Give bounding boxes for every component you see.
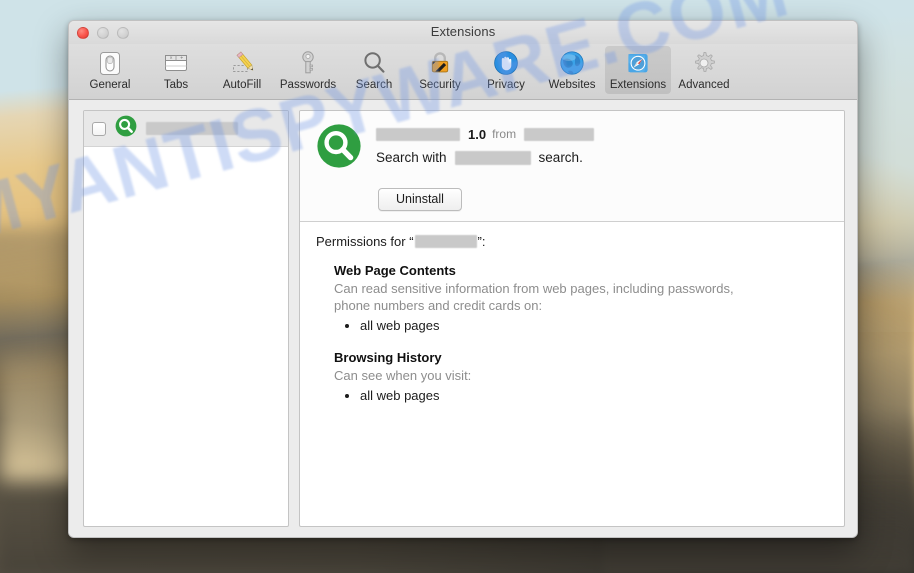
green-magnifier-extension-icon: [316, 123, 362, 174]
toolbar-item-security[interactable]: Security: [407, 46, 473, 94]
extension-header-text: 1.0 from Search with search.: [376, 123, 830, 174]
description-prefix: Search with: [376, 150, 447, 165]
list-item: all web pages: [360, 387, 828, 406]
permission-scope-list: all web pages: [334, 387, 828, 406]
permission-heading: Web Page Contents: [334, 263, 456, 278]
description-suffix: search.: [538, 150, 583, 165]
permission-group-browsing-history: Browsing History Can see when you visit:…: [334, 350, 828, 406]
preferences-window: Extensions General × + Tabs AutoFill Pas…: [68, 20, 858, 538]
toolbar-item-extensions[interactable]: Extensions: [605, 46, 671, 94]
magnifier-icon: [341, 48, 407, 78]
permission-scope-list: all web pages: [334, 317, 828, 336]
extensions-list[interactable]: [83, 110, 289, 527]
uninstall-button[interactable]: Uninstall: [378, 188, 462, 211]
toolbar-label-search: Search: [355, 79, 393, 91]
toolbar-label-extensions: Extensions: [609, 79, 667, 91]
window-titlebar[interactable]: Extensions: [69, 21, 857, 44]
extension-title-line: 1.0 from: [376, 125, 830, 143]
globe-icon: [539, 48, 605, 78]
toolbar-item-search[interactable]: Search: [341, 46, 407, 94]
puzzle-compass-icon: [605, 48, 671, 78]
general-switch-icon: [77, 48, 143, 78]
padlock-icon: [407, 48, 473, 78]
permissions-title: Permissions for “ ”:: [316, 234, 828, 249]
toolbar-item-tabs[interactable]: × + Tabs: [143, 46, 209, 94]
autofill-pencil-icon: [209, 48, 275, 78]
permission-description: Can read sensitive information from web …: [334, 281, 734, 314]
permissions-name-redacted: [414, 235, 477, 248]
extension-version: 1.0: [468, 126, 487, 142]
extension-header-row: 1.0 from Search with search.: [316, 123, 830, 174]
permission-description: Can see when you visit:: [334, 368, 472, 384]
hand-icon: [473, 48, 539, 78]
toolbar-label-passwords: Passwords: [279, 79, 337, 91]
toolbar-label-privacy: Privacy: [487, 79, 525, 91]
extension-from-label: from: [492, 127, 517, 141]
permissions-title-prefix: Permissions for “: [316, 234, 414, 249]
green-magnifier-extension-icon: [115, 115, 137, 142]
toolbar-item-privacy[interactable]: Privacy: [473, 46, 539, 94]
toolbar-item-advanced[interactable]: Advanced: [671, 46, 737, 94]
gear-icon: [671, 48, 737, 78]
extension-name-redacted: [376, 127, 460, 141]
list-item[interactable]: [84, 111, 288, 147]
permission-heading: Browsing History: [334, 350, 442, 366]
toolbar-label-autofill: AutoFill: [222, 79, 262, 91]
extension-description: Search with search.: [376, 150, 830, 165]
svg-text:+: +: [180, 56, 183, 62]
toolbar-label-tabs: Tabs: [163, 79, 189, 91]
preferences-toolbar: General × + Tabs AutoFill Passwords Sear…: [69, 44, 857, 100]
desktop-screen: Extensions General × + Tabs AutoFill Pas…: [0, 0, 914, 573]
permission-group-web-page-contents: Web Page Contents Can read sensitive inf…: [334, 263, 828, 336]
toolbar-label-general: General: [89, 79, 131, 91]
extension-enable-checkbox[interactable]: [92, 121, 106, 136]
tabs-window-icon: × +: [143, 48, 209, 78]
toolbar-item-websites[interactable]: Websites: [539, 46, 605, 94]
toolbar-item-general[interactable]: General: [77, 46, 143, 94]
svg-text:×: ×: [170, 56, 173, 62]
toolbar-label-security: Security: [419, 79, 461, 91]
list-item: all web pages: [360, 317, 828, 336]
description-engine-redacted: [454, 150, 531, 165]
permissions-section: Permissions for “ ”: Web Page Contents C…: [300, 222, 844, 406]
extension-name-redacted: [146, 122, 238, 135]
toolbar-label-websites: Websites: [548, 79, 596, 91]
toolbar-label-advanced: Advanced: [678, 79, 730, 91]
extension-detail-header: 1.0 from Search with search. Uninstall: [300, 111, 844, 222]
key-icon: [275, 48, 341, 78]
permissions-title-suffix: ”:: [477, 234, 486, 249]
toolbar-item-passwords[interactable]: Passwords: [275, 46, 341, 94]
extension-vendor-redacted: [524, 127, 595, 141]
window-title: Extensions: [430, 24, 496, 39]
uninstall-button-row: Uninstall: [316, 188, 830, 211]
preferences-body: 1.0 from Search with search. Uninstall P…: [69, 100, 857, 537]
toolbar-item-autofill[interactable]: AutoFill: [209, 46, 275, 94]
extension-detail-panel: 1.0 from Search with search. Uninstall P…: [299, 110, 845, 527]
